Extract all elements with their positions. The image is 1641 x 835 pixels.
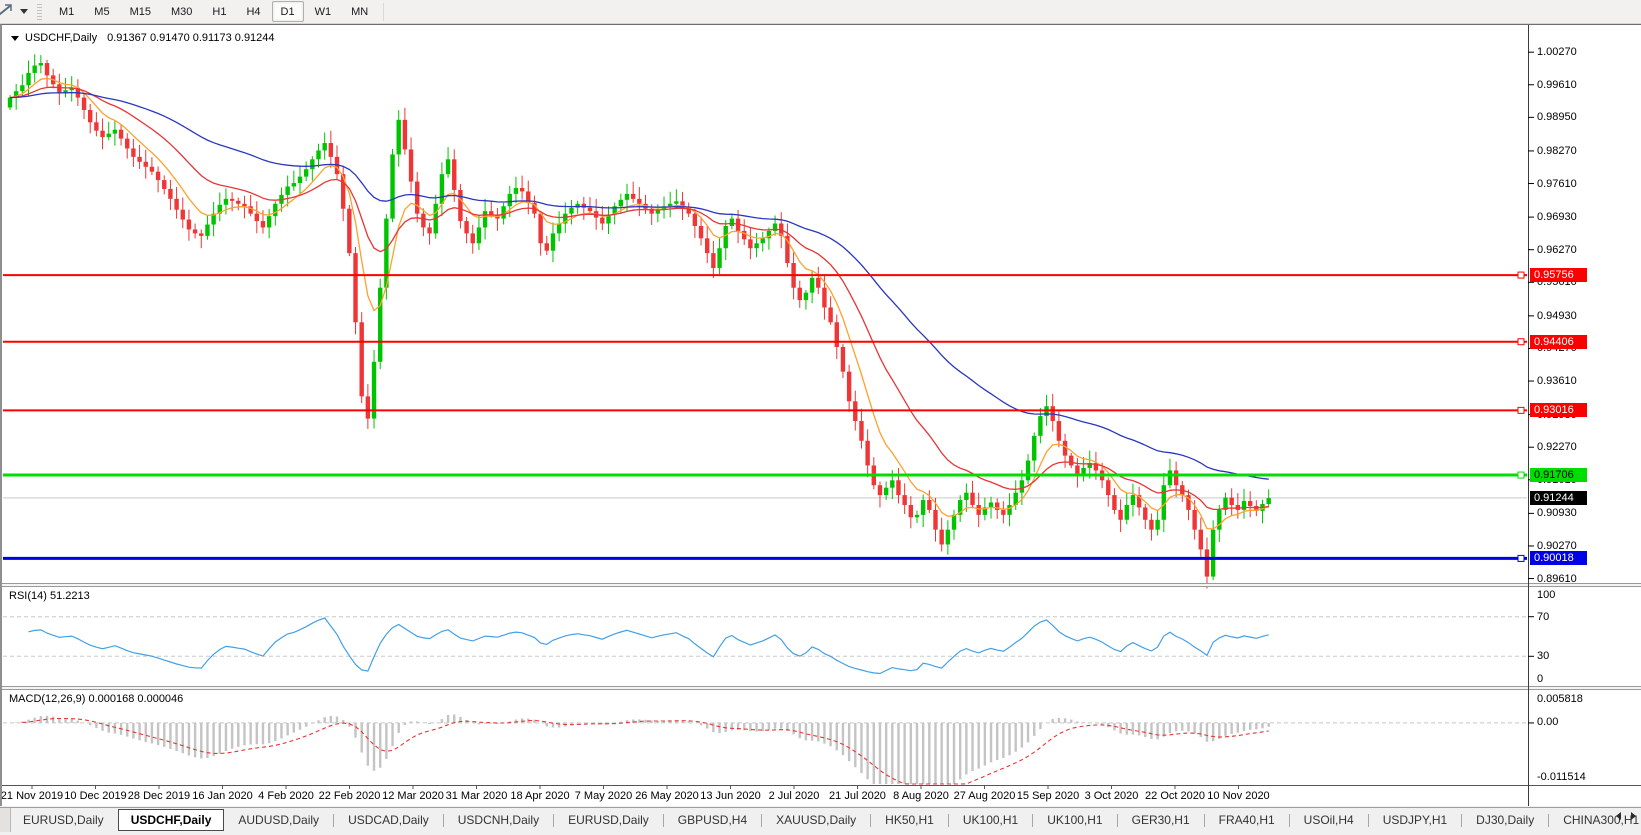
tab-separator bbox=[761, 814, 762, 827]
tab-separator bbox=[333, 814, 334, 827]
price-axis-tick: 0.89610 bbox=[1537, 573, 1577, 585]
tab-usoil-h4[interactable]: USOil,H4 bbox=[1296, 810, 1362, 830]
price-level-badge: 0.95756 bbox=[1530, 268, 1587, 282]
tab-usdjpy-h1[interactable]: USDJPY,H1 bbox=[1375, 810, 1455, 830]
price-axis-tick: 0.90270 bbox=[1537, 540, 1577, 552]
tab-separator bbox=[553, 814, 554, 827]
chart-window: USDCHF,Daily 0.91367 0.91470 0.91173 0.91… bbox=[0, 24, 1641, 806]
current-price-badge: 0.91244 bbox=[1530, 491, 1587, 505]
tab-xauusd-daily[interactable]: XAUUSD,Daily bbox=[768, 810, 864, 830]
tab-ger30-h1[interactable]: GER30,H1 bbox=[1124, 810, 1198, 830]
tab-scroll-right-icon[interactable] bbox=[1631, 812, 1636, 820]
rsi-indicator-label: RSI(14) 51.2213 bbox=[9, 590, 90, 602]
timeframe-button-group: M1M5M15M30H1H4D1W1MN bbox=[49, 1, 378, 22]
chart-title-symbol: USDCHF,Daily bbox=[25, 32, 97, 44]
chart-ohlc-values: 0.91367 0.91470 0.91173 0.91244 bbox=[107, 32, 274, 44]
macd-axis-tick: -0.011514 bbox=[1537, 771, 1586, 783]
price-axis-tick: 0.94930 bbox=[1537, 310, 1577, 322]
timeframe-button-h1[interactable]: H1 bbox=[203, 1, 235, 22]
tab-separator bbox=[1117, 814, 1118, 827]
chart-title: USDCHF,Daily 0.91367 0.91470 0.91173 0.91… bbox=[11, 32, 275, 44]
rsi-axis-tick: 30 bbox=[1537, 650, 1549, 662]
macd-axis-tick: 0.005818 bbox=[1537, 693, 1583, 705]
price-axis-tick: 1.00270 bbox=[1537, 46, 1577, 58]
timeframe-button-w1[interactable]: W1 bbox=[306, 1, 341, 22]
price-axis-tick: 0.97610 bbox=[1537, 178, 1577, 190]
top-toolbar: M1M5M15M30H1H4D1W1MN bbox=[0, 0, 1641, 24]
chart-tab-bar: EURUSD,Daily USDCHF,DailyAUDUSD,Daily USDC… bbox=[0, 807, 1641, 832]
price-axis-tick: 0.93610 bbox=[1537, 375, 1577, 387]
rsi-axis-tick: 100 bbox=[1537, 589, 1555, 601]
price-axis-tick: 0.99610 bbox=[1537, 79, 1577, 91]
toolbar-grip-handle[interactable] bbox=[37, 4, 42, 20]
price-level-badge: 0.90018 bbox=[1530, 551, 1587, 565]
tab-separator bbox=[948, 814, 949, 827]
chart-canvas[interactable] bbox=[2, 25, 1641, 806]
rsi-axis-tick: 0 bbox=[1537, 673, 1543, 685]
timeframe-button-m1[interactable]: M1 bbox=[50, 1, 83, 22]
timeframe-button-d1[interactable]: D1 bbox=[272, 1, 304, 22]
tab-separator bbox=[663, 814, 664, 827]
tab-uk100-h1[interactable]: UK100,H1 bbox=[955, 810, 1026, 830]
rsi-axis-tick: 70 bbox=[1537, 611, 1549, 623]
macd-indicator-label: MACD(12,26,9) 0.000168 0.000046 bbox=[9, 693, 183, 705]
tab-bar-corner bbox=[0, 808, 11, 833]
timeframe-button-mn[interactable]: MN bbox=[342, 1, 377, 22]
timeframe-button-m15[interactable]: M15 bbox=[121, 1, 160, 22]
tab-audusd-daily[interactable]: AUDUSD,Daily bbox=[230, 810, 327, 830]
tab-scroll-left-icon[interactable] bbox=[1616, 812, 1621, 820]
trendline-draw-tool-icon[interactable] bbox=[0, 4, 17, 20]
macd-axis-tick: 0.00 bbox=[1537, 716, 1558, 728]
price-axis-tick: 0.90930 bbox=[1537, 507, 1577, 519]
date-axis-label: 10 Nov 2020 bbox=[1191, 790, 1287, 802]
price-axis-tick: 0.98950 bbox=[1537, 111, 1577, 123]
tab-fra40-h1[interactable]: FRA40,H1 bbox=[1211, 810, 1283, 830]
price-level-badge: 0.94406 bbox=[1530, 335, 1587, 349]
tab-hk50-h1[interactable]: HK50,H1 bbox=[877, 810, 942, 830]
price-level-badge: 0.91706 bbox=[1530, 468, 1587, 482]
tab-separator bbox=[1289, 814, 1290, 827]
tab-scroll-buttons bbox=[1616, 812, 1636, 820]
tab-usdchf-daily[interactable]: USDCHF,Daily bbox=[118, 809, 225, 831]
tab-separator bbox=[1032, 814, 1033, 827]
tab-separator bbox=[443, 814, 444, 827]
tab-separator bbox=[1368, 814, 1369, 827]
tab-separator bbox=[1548, 814, 1549, 827]
tab-usdcnh-daily[interactable]: USDCNH,Daily bbox=[450, 810, 547, 830]
tab-eurusd-daily[interactable]: EURUSD,Daily bbox=[15, 810, 112, 830]
price-axis-tick: 0.98270 bbox=[1537, 145, 1577, 157]
tab-strip: EURUSD,Daily USDCHF,DailyAUDUSD,Daily USDC… bbox=[15, 809, 1641, 831]
tab-separator bbox=[1461, 814, 1462, 827]
chart-symbol-dropdown-icon[interactable] bbox=[11, 36, 19, 41]
tab-gbpusd-h4[interactable]: GBPUSD,H4 bbox=[670, 810, 755, 830]
timeframe-button-m5[interactable]: M5 bbox=[85, 1, 118, 22]
tab-dj30-daily[interactable]: DJ30,Daily bbox=[1468, 810, 1542, 830]
price-level-badge: 0.93016 bbox=[1530, 403, 1587, 417]
toolbar-separator bbox=[383, 3, 384, 21]
timeframe-button-h4[interactable]: H4 bbox=[237, 1, 269, 22]
tab-separator bbox=[870, 814, 871, 827]
tab-eurusd-daily[interactable]: EURUSD,Daily bbox=[560, 810, 657, 830]
price-axis-tick: 0.96270 bbox=[1537, 244, 1577, 256]
tab-separator bbox=[1204, 814, 1205, 827]
tab-usdcad-daily[interactable]: USDCAD,Daily bbox=[340, 810, 437, 830]
tab-uk100-h1[interactable]: UK100,H1 bbox=[1039, 810, 1110, 830]
toolbar-dropdown-arrow-icon[interactable] bbox=[20, 9, 28, 14]
price-axis-tick: 0.96930 bbox=[1537, 211, 1577, 223]
mt4-terminal: { "toolbar": { "drawing_tool_icon": "tre… bbox=[0, 0, 1641, 835]
price-axis-tick: 0.92270 bbox=[1537, 441, 1577, 453]
timeframe-button-m30[interactable]: M30 bbox=[162, 1, 201, 22]
